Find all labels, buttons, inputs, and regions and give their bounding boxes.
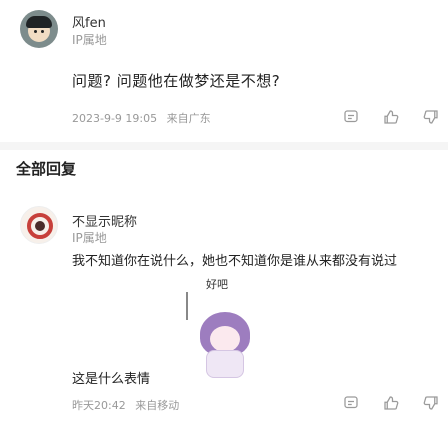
- avatar-center: [35, 221, 45, 231]
- avatar-eye-right: [41, 30, 44, 33]
- post-question: 问题? 问题他在做梦还是不想?: [72, 72, 281, 90]
- post-ip-tag: IP属地: [72, 33, 107, 47]
- user-avatar[interactable]: [20, 10, 58, 48]
- thumbs-up-icon[interactable]: [382, 108, 400, 126]
- sticker-cursor: [186, 292, 188, 320]
- thumbs-down-icon[interactable]: [422, 108, 440, 126]
- reply-meta: 昨天20:42 来自移动: [72, 397, 179, 413]
- post-author-name[interactable]: 风fen: [72, 12, 106, 31]
- sticker-face: [210, 326, 240, 352]
- reply-time: 昨天20:42: [72, 399, 126, 412]
- thumbs-down-icon[interactable]: [422, 394, 440, 412]
- reply-ip-tag: IP属地: [72, 231, 107, 245]
- reply-author-name[interactable]: 不显示昵称: [72, 211, 137, 230]
- post-date: 2023-9-9 19:05: [72, 112, 158, 125]
- reply-sticker[interactable]: 好吧: [186, 276, 264, 380]
- section-divider: [0, 142, 448, 150]
- reply-avatar[interactable]: [20, 206, 58, 244]
- avatar-hair: [26, 16, 52, 28]
- reply-location: 来自移动: [135, 399, 180, 412]
- comment-icon[interactable]: [342, 394, 360, 412]
- reply-actions: [340, 394, 440, 412]
- reply-tail-text: 这是什么表情: [72, 372, 151, 387]
- replies-section-title: 全部回复: [16, 160, 77, 178]
- thumbs-up-icon[interactable]: [382, 394, 400, 412]
- reply-text: 我不知道你在说什么，她也不知道你是谁从来都没有说过: [72, 254, 398, 269]
- post-location: 来自广东: [166, 112, 211, 125]
- post-meta: 2023-9-9 19:05 来自广东: [72, 110, 211, 126]
- sticker-body: [206, 350, 244, 378]
- avatar-eye-left: [34, 30, 37, 33]
- post-actions: [340, 108, 440, 126]
- sticker-caption: 好吧: [206, 278, 228, 291]
- comment-icon[interactable]: [342, 108, 360, 126]
